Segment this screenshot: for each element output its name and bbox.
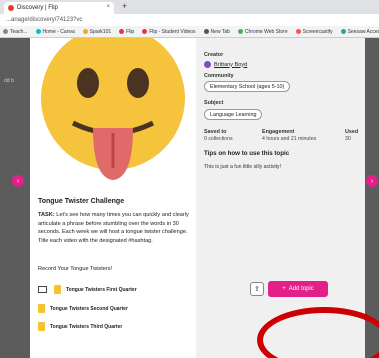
bookmark-label: Teach... — [10, 28, 28, 35]
subject-label: Subject — [204, 100, 224, 106]
file-icon — [38, 322, 45, 331]
plus-icon: + — [282, 286, 286, 292]
bookmark-label: Seesaw Access Pa... — [347, 28, 379, 35]
book-icon — [38, 286, 47, 293]
bookmark-icon — [119, 29, 125, 34]
bookmark-icon — [340, 29, 346, 34]
url-text: ...anage/discovery/74123?vc — [6, 17, 83, 23]
avatar — [204, 61, 211, 68]
bookmark-label: Flip - Student Videos — [149, 28, 196, 35]
topic-details-pane: Creator Brittany Boyd Community Elementa… — [196, 38, 365, 358]
bookmark-icon — [203, 29, 209, 34]
bookmark-label: Screencastify — [302, 28, 333, 35]
previous-topic-button[interactable]: ‹ — [12, 175, 24, 187]
creator-label: Creator — [204, 52, 224, 58]
bookmark-icon — [237, 29, 243, 34]
bookmark-item[interactable]: New Tab — [203, 28, 230, 35]
topic-content-pane: Tongue Twister Challenge TASK: Let's see… — [30, 38, 196, 358]
creator-link[interactable]: Brittany Boyd — [204, 61, 247, 68]
bookmark-item[interactable]: Screencastify — [295, 28, 333, 35]
bookmark-item[interactable]: Teach... — [3, 29, 28, 35]
topic-modal: Tongue Twister Challenge TASK: Let's see… — [30, 38, 365, 358]
bookmark-item[interactable]: Flip — [119, 29, 134, 35]
tab-title: Discovery | Flip — [17, 5, 58, 11]
new-tab-button[interactable]: + — [122, 1, 127, 11]
bookmark-label: Spark101 — [89, 28, 112, 35]
saved-value: 0 collections — [204, 136, 233, 142]
task-text: Let's see how many times you can quickly… — [38, 212, 189, 244]
share-button[interactable]: ⇪ — [250, 282, 264, 296]
attachment-name: Tongue Twisters Second Quarter — [50, 305, 128, 312]
chevron-right-icon: › — [370, 177, 374, 185]
file-icon — [54, 285, 61, 294]
bookmark-label: Chrome Web Store — [244, 28, 288, 35]
attachment-row[interactable]: Tongue Twisters Second Quarter — [38, 304, 128, 313]
topic-description: TASK: Let's see how many times you can q… — [38, 211, 190, 245]
bookmarks-bar: Teach... Home - Canva Spark101 Flip Flip - S… — [0, 26, 379, 38]
flip-favicon-icon — [8, 5, 14, 11]
tips-text: This is just a fun little silly activity… — [204, 164, 281, 170]
creator-name: Brittany Boyd — [214, 61, 248, 68]
bookmark-item[interactable]: Home - Canva — [35, 28, 75, 35]
bookmark-icon — [3, 29, 8, 34]
bookmark-icon — [142, 29, 148, 34]
background-text: dd b — [4, 78, 14, 84]
record-prompt: Record Your Tongue Twisters! — [38, 266, 113, 272]
bookmark-label: Home - Canva — [42, 28, 75, 35]
used-label: Used — [345, 129, 359, 135]
engagement-label: Engagement — [262, 129, 295, 135]
subject-chip[interactable]: Language Learning — [204, 109, 263, 120]
attachment-name: Tongue Twisters First Quarter — [66, 286, 137, 293]
tips-title: Tips on how to use this topic — [204, 150, 290, 157]
used-value: 30 — [345, 136, 351, 142]
bookmark-item[interactable]: Flip - Student Videos — [142, 28, 196, 35]
bookmark-label: New Tab — [210, 28, 230, 35]
add-topic-button[interactable]: + Add topic — [268, 281, 328, 297]
tongue-out-emoji-icon — [41, 38, 185, 180]
file-icon — [38, 304, 45, 313]
attachment-name: Tongue Twisters Third Quarter — [50, 323, 123, 330]
browser-tab-bar: Discovery | Flip × + — [0, 0, 379, 14]
attachment-row[interactable]: Tongue Twisters First Quarter — [38, 285, 137, 294]
add-topic-label: Add topic — [288, 286, 314, 292]
chevron-left-icon: ‹ — [16, 177, 20, 185]
bookmark-item[interactable]: Seesaw Access Pa... — [340, 28, 379, 35]
share-icon: ⇪ — [254, 286, 260, 293]
community-label: Community — [204, 73, 234, 79]
attachment-row[interactable]: Tongue Twisters Third Quarter — [38, 322, 122, 331]
bookmark-icon — [295, 29, 301, 34]
tab-close-icon[interactable]: × — [106, 4, 110, 10]
next-topic-button[interactable]: › — [366, 175, 378, 187]
browser-tab[interactable]: Discovery | Flip × — [4, 2, 114, 14]
bookmark-icon — [35, 29, 41, 34]
bookmark-icon — [82, 29, 88, 34]
saved-label: Saved to — [204, 129, 227, 135]
address-bar[interactable]: ...anage/discovery/74123?vc — [0, 14, 379, 26]
engagement-value: 4 hours and 21 minutes — [262, 136, 317, 142]
community-chip[interactable]: Elementary School (ages 5-10) — [204, 81, 291, 92]
bookmark-label: Flip — [126, 28, 135, 35]
topic-title: Tongue Twister Challenge — [38, 198, 125, 205]
bookmark-item[interactable]: Spark101 — [82, 28, 112, 35]
task-label: TASK: — [38, 212, 55, 218]
bookmark-item[interactable]: Chrome Web Store — [237, 28, 288, 35]
